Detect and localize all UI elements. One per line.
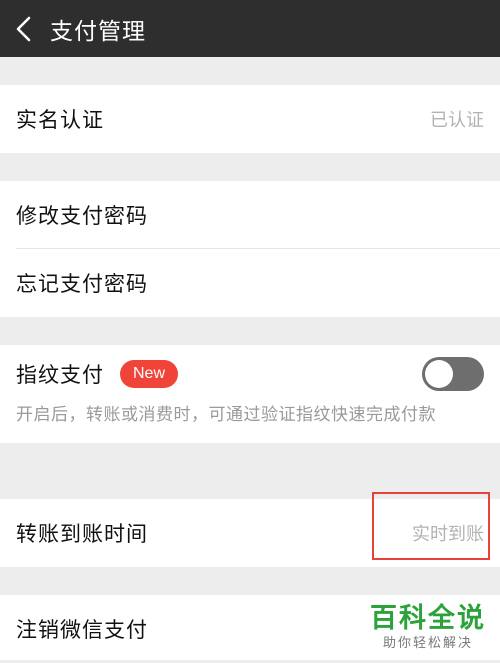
transfer-time-group: 转账到账时间 实时到账 xyxy=(0,499,500,567)
new-badge: New xyxy=(120,360,179,388)
change-password-label: 修改支付密码 xyxy=(16,204,148,228)
watermark: 百科全说 助你轻松解决 xyxy=(370,602,486,652)
toggle-knob xyxy=(425,360,453,388)
password-group: 修改支付密码 忘记支付密码 xyxy=(0,181,500,317)
chevron-left-icon xyxy=(16,16,31,41)
transfer-time-label: 转账到账时间 xyxy=(16,522,148,546)
fingerprint-toggle[interactable] xyxy=(422,357,484,391)
fingerprint-hint: 开启后，转账或消费时，可通过验证指纹快速完成付款 xyxy=(16,405,436,425)
cancel-payment-label: 注销微信支付 xyxy=(16,618,148,642)
back-button[interactable] xyxy=(2,0,46,57)
real-name-status: 已认证 xyxy=(430,110,484,131)
watermark-main-text: 百科全说 xyxy=(370,603,486,634)
transfer-time-row[interactable]: 转账到账时间 实时到账 xyxy=(0,499,500,567)
fingerprint-row: 指纹支付 New xyxy=(0,345,500,403)
watermark-sub-text: 助你轻松解决 xyxy=(382,636,473,651)
forgot-password-label: 忘记支付密码 xyxy=(16,272,148,296)
real-name-label: 实名认证 xyxy=(16,108,104,132)
forgot-password-row[interactable]: 忘记支付密码 xyxy=(0,249,500,317)
real-name-row[interactable]: 实名认证 已认证 xyxy=(0,85,500,153)
title-bar: 支付管理 xyxy=(0,0,500,57)
fingerprint-label: 指纹支付 xyxy=(16,363,104,387)
page-title: 支付管理 xyxy=(50,18,146,45)
transfer-time-value: 实时到账 xyxy=(412,524,484,545)
change-password-row[interactable]: 修改支付密码 xyxy=(0,181,500,249)
fingerprint-group: 指纹支付 New 开启后，转账或消费时，可通过验证指纹快速完成付款 xyxy=(0,345,500,443)
real-name-group: 实名认证 已认证 xyxy=(0,85,500,153)
